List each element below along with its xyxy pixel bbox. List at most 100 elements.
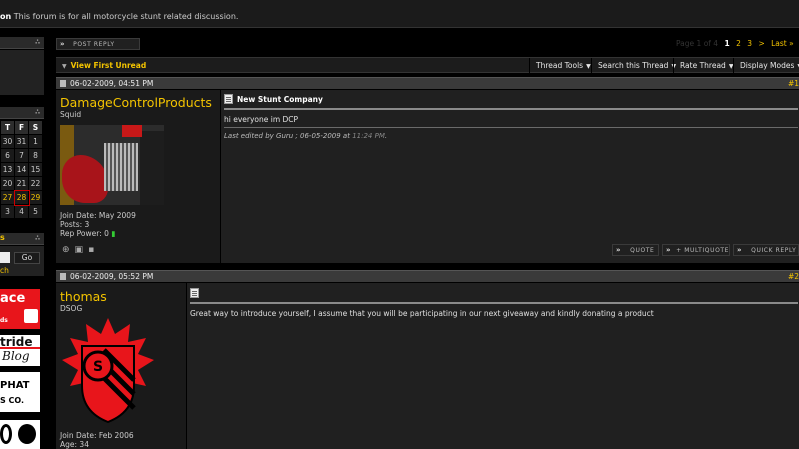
- cal-day[interactable]: 1: [28, 134, 43, 149]
- cal-day[interactable]: 4: [14, 204, 29, 219]
- post-reply-button[interactable]: » POST REPLY: [56, 38, 140, 50]
- camera-icon[interactable]: ▣: [75, 245, 84, 255]
- cal-day[interactable]: 22: [28, 176, 43, 191]
- cal-day[interactable]: 30: [0, 134, 15, 149]
- menu-label: Display Modes: [740, 61, 795, 70]
- post-count: Posts: 3: [60, 220, 90, 229]
- next-page-link[interactable]: >: [758, 39, 764, 48]
- cal-day[interactable]: 6: [0, 148, 15, 163]
- edited-text: Last edited by Guru ; 06-05-2009 at: [224, 132, 350, 140]
- double-arrow-icon: »: [616, 246, 622, 254]
- avatar-shape: [62, 155, 108, 203]
- thread-tools-bar: ▼ View First Unread Thread Tools ▼ Search …: [56, 57, 799, 73]
- cal-header: T: [0, 120, 15, 135]
- post-content: [187, 283, 799, 449]
- svg-text:S: S: [93, 359, 103, 375]
- cal-day-today[interactable]: 28: [13, 189, 30, 206]
- post-date-text: 06-02-2009, 05:52 PM: [70, 272, 154, 281]
- post-username[interactable]: DamageControlProducts: [60, 95, 212, 110]
- menu-label: Thread Tools: [536, 61, 584, 70]
- quick-reply-button[interactable]: » QUICK REPLY: [733, 244, 799, 256]
- document-icon: [224, 94, 233, 104]
- sponsor-ad-2[interactable]: tride Blog: [0, 335, 40, 366]
- forum-description-prefix: on: [0, 12, 12, 21]
- post-body: hi everyone im DCP: [224, 115, 299, 124]
- collapse-icon[interactable]: ∴: [35, 38, 40, 46]
- user-avatar[interactable]: S: [60, 316, 156, 426]
- thread-tools-menu[interactable]: Thread Tools ▼: [529, 58, 591, 73]
- view-first-unread-link[interactable]: ▼ View First Unread: [62, 58, 146, 74]
- post-header: 06-02-2009, 04:51 PM #1: [56, 77, 799, 89]
- search-input[interactable]: [0, 252, 10, 263]
- post-reply-label: POST REPLY: [73, 41, 115, 48]
- menu-label: Rate Thread: [680, 61, 726, 70]
- document-icon: [190, 288, 199, 298]
- cal-day[interactable]: 20: [0, 176, 15, 191]
- post-body: Great way to introduce yourself, I assum…: [190, 309, 654, 318]
- user-avatar[interactable]: [60, 125, 164, 205]
- cal-day[interactable]: 31: [14, 134, 29, 149]
- page-current: 1: [724, 39, 730, 48]
- quote-label: QUOTE: [630, 247, 655, 254]
- post-status-icon: [60, 80, 66, 87]
- collapse-icon[interactable]: ∴: [35, 234, 40, 242]
- display-modes-menu[interactable]: Display Modes▼: [733, 58, 799, 73]
- post-title: New Stunt Company: [237, 95, 323, 104]
- mini-calendar: T F S 30 31 1 6 7 8 13 14 15 20 21 22 27…: [0, 120, 44, 219]
- sponsor-ad-3[interactable]: PHAT S CO.: [0, 372, 40, 412]
- join-date: Join Date: May 2009: [60, 211, 136, 220]
- page-link[interactable]: 3: [747, 39, 752, 48]
- cal-day[interactable]: 21: [14, 176, 29, 191]
- cal-day[interactable]: 29: [28, 190, 43, 205]
- advanced-search-link[interactable]: ch: [0, 266, 9, 275]
- post-date: 06-02-2009, 05:52 PM: [60, 272, 153, 281]
- double-arrow-icon: »: [666, 246, 672, 254]
- cal-day[interactable]: 7: [14, 148, 29, 163]
- rate-thread-menu[interactable]: Rate Thread ▼: [673, 58, 733, 73]
- post-username[interactable]: thomas: [60, 289, 107, 304]
- sponsor-ad-1[interactable]: ace ds: [0, 289, 40, 329]
- multiquote-label: + MULTIQUOTE: [676, 247, 730, 254]
- sidebar-header-label: s: [0, 233, 5, 242]
- double-arrow-icon: »: [737, 246, 743, 254]
- unread-icon: ▼: [62, 63, 67, 70]
- sidebar-block-header-search[interactable]: s ∴: [0, 233, 44, 245]
- join-date: Join Date: Feb 2006: [60, 431, 134, 440]
- search-thread-menu[interactable]: Search this Thread ▼: [591, 58, 676, 73]
- sidebar-block-header-1[interactable]: ∴: [0, 37, 44, 49]
- cal-day[interactable]: 27: [0, 190, 15, 205]
- post-number-link[interactable]: #1: [788, 79, 799, 88]
- go-button[interactable]: Go: [14, 252, 40, 264]
- ad-logo-icon: [0, 424, 12, 444]
- multiquote-button[interactable]: » + MULTIQUOTE: [662, 244, 730, 256]
- ad-text: ace: [0, 291, 26, 306]
- post-date: 06-02-2009, 04:51 PM: [60, 79, 153, 88]
- edited-time: 11:24 PM: [352, 132, 385, 140]
- forum-description-text: This forum is for all motorcycle stunt r…: [13, 12, 239, 21]
- cal-day[interactable]: 3: [0, 204, 15, 219]
- ad-logo-icon: [24, 309, 38, 323]
- sidebar-block-header-calendar[interactable]: ∴: [0, 107, 44, 119]
- quote-button[interactable]: » QUOTE: [612, 244, 659, 256]
- reputation-icon[interactable]: ▪: [88, 245, 94, 255]
- post-status-icon: [60, 273, 66, 280]
- sponsor-ad-4[interactable]: [0, 420, 40, 449]
- cal-day[interactable]: 13: [0, 162, 15, 177]
- user-action-icons: ⊕ ▣ ▪: [62, 245, 99, 255]
- forum-description-bar: on This forum is for all motorcycle stun…: [0, 0, 799, 28]
- page-link[interactable]: 2: [736, 39, 741, 48]
- cal-day[interactable]: 8: [28, 148, 43, 163]
- post-number-link[interactable]: #2: [788, 272, 799, 281]
- cal-day[interactable]: 14: [14, 162, 29, 177]
- user-stats: Join Date: Feb 2006 Age: 34: [60, 431, 134, 449]
- page-label: Page 1 of 4: [676, 39, 719, 48]
- sidebar-block-1: [0, 50, 44, 95]
- ad-logo-icon: [18, 424, 36, 444]
- cal-day[interactable]: 5: [28, 204, 43, 219]
- menu-label: Search this Thread: [598, 61, 669, 70]
- last-page-link[interactable]: Last »: [771, 39, 794, 48]
- post-header: 06-02-2009, 05:52 PM #2: [56, 270, 799, 282]
- collapse-icon[interactable]: ∴: [35, 108, 40, 116]
- cal-day[interactable]: 15: [28, 162, 43, 177]
- add-contact-icon[interactable]: ⊕: [62, 245, 70, 255]
